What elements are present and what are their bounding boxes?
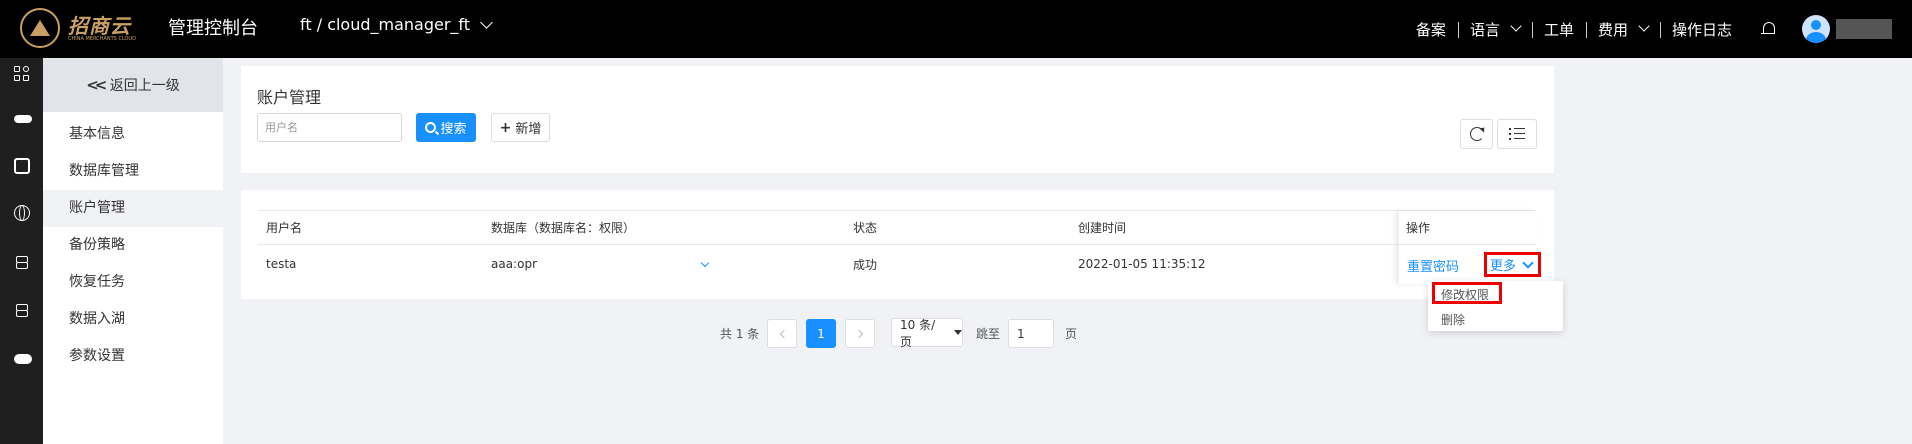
table-row: testa aaa:opr 成功 2022-01-05 11:35:12 xyxy=(258,245,1536,283)
cloud-icon[interactable] xyxy=(14,354,32,364)
nav-ticket[interactable]: 工单 xyxy=(1531,19,1586,40)
add-button-label: 新增 xyxy=(515,122,542,137)
nav-filing[interactable]: 备案 xyxy=(1404,19,1458,40)
page-suffix: 页 xyxy=(1065,326,1078,341)
refresh-button[interactable] xyxy=(1460,119,1493,149)
nav-cost[interactable]: 费用 xyxy=(1585,19,1660,40)
double-chevron-left-icon: << xyxy=(86,76,107,94)
col-database: 数据库（数据库名：权限） xyxy=(491,221,636,235)
caret-down-icon xyxy=(954,330,962,335)
more-label: 更多 xyxy=(1490,259,1517,274)
logo-subtitle: CHINA MERCHANTS CLOUD xyxy=(68,36,136,42)
database-stack-icon[interactable] xyxy=(14,254,30,270)
chevron-down-icon xyxy=(1522,256,1534,269)
search-button[interactable]: 搜索 xyxy=(416,113,476,142)
database-expand[interactable] xyxy=(700,245,710,283)
nav-oplog[interactable]: 操作日志 xyxy=(1659,19,1744,40)
top-nav-right: 备案 语言 工单 费用 操作日志 xyxy=(1404,0,1912,58)
sidebar-item-restore-task[interactable]: 恢复任务 xyxy=(43,264,223,301)
search-button-label: 搜索 xyxy=(440,122,467,137)
chevron-down-icon xyxy=(1638,20,1650,32)
icon-rail xyxy=(0,58,43,444)
column-settings-button[interactable] xyxy=(1497,119,1537,149)
page-1-button[interactable]: 1 xyxy=(806,319,836,348)
cell-database: aaa:opr xyxy=(491,257,537,271)
chevron-left-icon xyxy=(779,329,788,338)
cell-username: testa xyxy=(266,257,297,271)
table-card: 用户名 数据库（数据库名：权限） 状态 创建时间 操作 testa aaa:op… xyxy=(241,190,1554,299)
more-button[interactable]: 更多 xyxy=(1484,252,1541,277)
reset-password-link[interactable]: 重置密码 xyxy=(1407,246,1459,284)
refresh-icon xyxy=(1469,127,1484,141)
prev-page-button[interactable] xyxy=(767,319,797,348)
page-size-value: 10 条/页 xyxy=(900,317,936,349)
sidebar-item-basic-info[interactable]: 基本信息 xyxy=(43,116,223,153)
project-name: ft / cloud_manager_ft xyxy=(300,15,471,34)
list-icon xyxy=(1509,128,1525,140)
project-selector[interactable]: ft / cloud_manager_ft xyxy=(300,15,493,34)
bell-icon[interactable] xyxy=(1760,20,1776,38)
sidebar-item-data-lake[interactable]: 数据入湖 xyxy=(43,301,223,338)
page-title: 账户管理 xyxy=(257,88,322,107)
username-redacted[interactable] xyxy=(1836,19,1892,39)
next-page-button[interactable] xyxy=(845,319,875,348)
nav-language-label: 语言 xyxy=(1469,20,1500,39)
back-button[interactable]: << 返回上一级 xyxy=(43,58,223,112)
cloud-server-icon[interactable] xyxy=(14,115,32,123)
more-dropdown-menu: 修改权限 删除 xyxy=(1428,281,1563,331)
chevron-down-icon xyxy=(480,16,493,29)
add-button[interactable]: + 新增 xyxy=(491,113,550,142)
table-header: 用户名 数据库（数据库名：权限） 状态 创建时间 操作 xyxy=(258,211,1536,245)
sidebar-item-accounts[interactable]: 账户管理 xyxy=(43,190,223,227)
back-label: 返回上一级 xyxy=(109,78,180,94)
avatar[interactable] xyxy=(1802,15,1830,43)
chevron-down-icon xyxy=(700,258,710,268)
sidebar-item-backup-policy[interactable]: 备份策略 xyxy=(43,227,223,264)
total-count: 共 1 条 xyxy=(720,326,760,341)
nav-filing-label: 备案 xyxy=(1415,20,1446,39)
sub-sidebar: << 返回上一级 基本信息 数据库管理 账户管理 备份策略 恢复任务 数据入湖 … xyxy=(43,58,223,444)
username-search-input[interactable] xyxy=(257,113,402,142)
sidebar-item-params[interactable]: 参数设置 xyxy=(43,338,223,375)
network-globe-icon[interactable] xyxy=(14,205,30,221)
plus-icon: + xyxy=(499,119,512,136)
layers-icon[interactable] xyxy=(14,302,30,318)
dashboard-icon[interactable] xyxy=(14,66,30,82)
menu-item-delete[interactable]: 删除 xyxy=(1441,311,1465,328)
storage-icon[interactable] xyxy=(14,158,30,174)
page-size-select[interactable]: 10 条/页 xyxy=(891,317,963,349)
menu-item-modify-permission[interactable]: 修改权限 xyxy=(1441,286,1489,303)
chevron-down-icon xyxy=(1510,20,1522,32)
chevron-right-icon xyxy=(854,329,863,338)
nav-language[interactable]: 语言 xyxy=(1457,19,1532,40)
logo-mountain-icon xyxy=(20,8,60,48)
console-title: 管理控制台 xyxy=(168,18,258,39)
cell-status: 成功 xyxy=(853,257,878,272)
accounts-table: 用户名 数据库（数据库名：权限） 状态 创建时间 操作 testa aaa:op… xyxy=(258,210,1541,284)
col-created: 创建时间 xyxy=(1078,221,1127,235)
jump-page-input[interactable] xyxy=(1008,319,1054,348)
top-navbar: 招商云 CHINA MERCHANTS CLOUD 管理控制台 ft / clo… xyxy=(0,0,1912,58)
toolbar-card: 账户管理 搜索 +新增 xyxy=(241,66,1554,173)
nav-ticket-label: 工单 xyxy=(1543,20,1574,39)
cell-created: 2022-01-05 11:35:12 xyxy=(1078,257,1206,271)
nav-cost-label: 费用 xyxy=(1597,20,1628,39)
search-icon xyxy=(425,122,437,133)
jump-label: 跳至 xyxy=(976,326,1001,341)
nav-oplog-label: 操作日志 xyxy=(1671,20,1732,39)
col-username: 用户名 xyxy=(266,221,303,235)
logo-text: 招商云 xyxy=(68,14,131,38)
sidebar-item-database[interactable]: 数据库管理 xyxy=(43,153,223,190)
brand-logo[interactable]: 招商云 CHINA MERCHANTS CLOUD xyxy=(20,8,150,50)
col-status: 状态 xyxy=(853,221,878,235)
